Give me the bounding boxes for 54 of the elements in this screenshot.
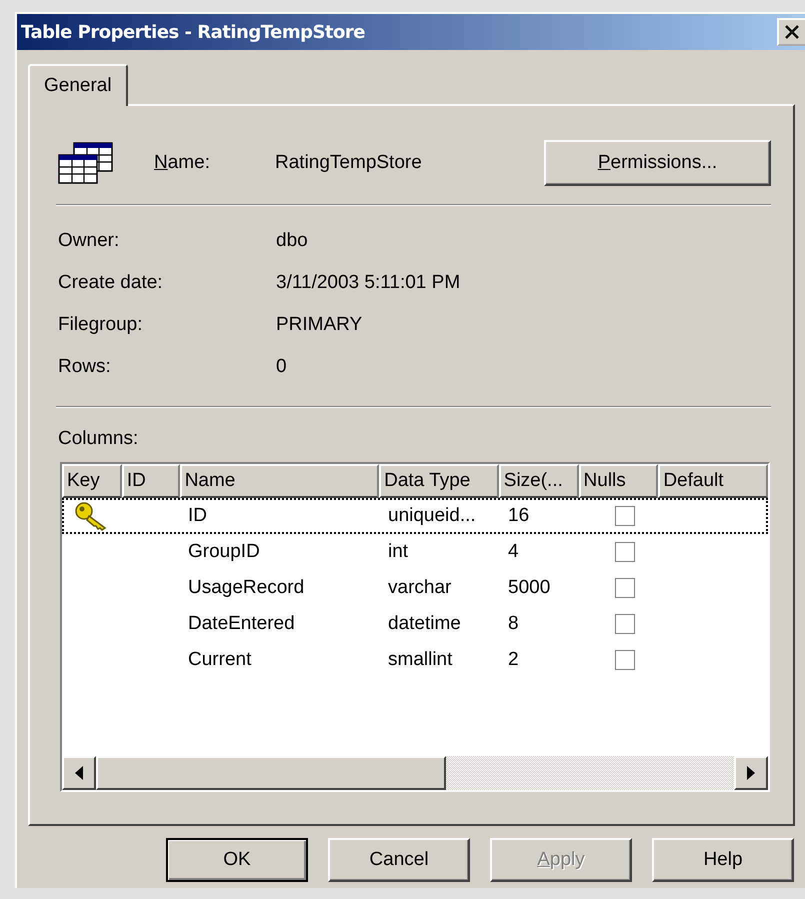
property-value: 0 <box>276 356 287 378</box>
name-value: RatingTempStore <box>275 152 423 174</box>
property-label: Owner: <box>58 230 120 252</box>
property-label: Rows: <box>58 356 112 378</box>
table-cell: UsageRecord <box>188 577 304 599</box>
column-header[interactable]: Default <box>658 464 768 498</box>
window-title: Table Properties - RatingTempStore <box>20 22 365 42</box>
table-cell: 2 <box>508 649 519 671</box>
checkbox[interactable] <box>615 506 635 526</box>
tab[interactable]: General <box>28 64 128 106</box>
permissions-button[interactable]: Permissions... <box>544 140 771 186</box>
checkbox[interactable] <box>615 578 635 598</box>
close-icon <box>784 24 800 40</box>
column-header[interactable]: Key <box>62 464 122 498</box>
columns-label: Columns: <box>58 427 140 451</box>
dialog-button[interactable]: OK <box>166 838 308 882</box>
table-cell: datetime <box>388 613 461 635</box>
table-cell: ID <box>188 505 207 527</box>
table-cell: uniqueid... <box>388 505 476 527</box>
table-cell: varchar <box>388 577 452 599</box>
table-cell: 4 <box>508 541 519 563</box>
checkbox[interactable] <box>615 542 635 562</box>
scrollbar-thumb[interactable] <box>96 756 446 790</box>
dialog-button[interactable]: Help <box>652 838 794 882</box>
property-label: Filegroup: <box>58 314 144 336</box>
table-cell: 8 <box>508 613 519 635</box>
column-header[interactable]: Nulls <box>578 464 658 498</box>
close-button[interactable] <box>777 18 805 46</box>
dialog-button[interactable]: Cancel <box>328 838 470 882</box>
right-arrow-icon <box>747 766 755 780</box>
property-value: 3/11/2003 5:11:01 PM <box>276 272 460 294</box>
column-header[interactable]: ID <box>122 464 180 498</box>
focused-row[interactable]: ID uniqueid... 16 <box>62 498 768 534</box>
name-label: Name: <box>154 152 211 174</box>
table-cell: 16 <box>508 505 530 527</box>
horizontal-scrollbar[interactable] <box>62 756 768 790</box>
scroll-left-button[interactable] <box>62 756 96 790</box>
table-cell: int <box>388 541 408 563</box>
table-cell: DateEntered <box>188 613 295 635</box>
table-cell: GroupID <box>188 541 260 563</box>
scroll-right-button[interactable] <box>734 756 768 790</box>
left-arrow-icon <box>75 766 83 780</box>
property-label: Create date: <box>58 272 164 294</box>
table-cell: 5000 <box>508 577 550 599</box>
checkbox[interactable] <box>615 650 635 670</box>
column-header[interactable]: Name <box>180 464 380 498</box>
table-cell: Current <box>188 649 252 671</box>
table-cell: smallint <box>388 649 452 671</box>
tables-icon <box>58 142 114 184</box>
column-header[interactable]: Size(... <box>498 464 579 498</box>
property-value: dbo <box>276 230 308 252</box>
property-value: PRIMARY <box>276 314 362 336</box>
column-header[interactable]: Data Type <box>379 464 499 498</box>
checkbox[interactable] <box>615 614 635 634</box>
